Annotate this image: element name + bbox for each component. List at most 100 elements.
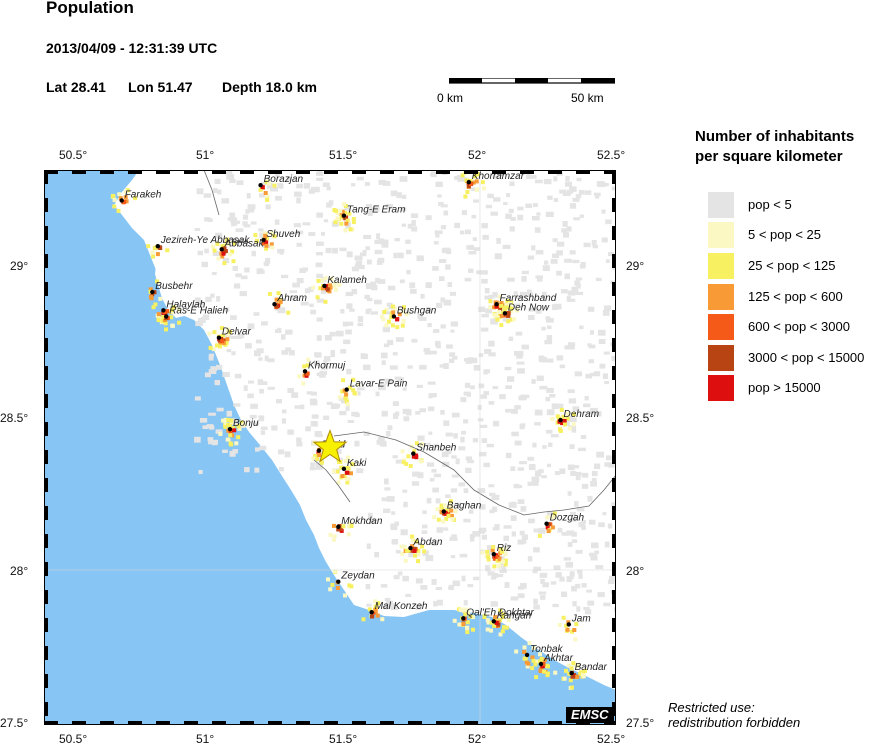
sparse-cell (428, 393, 433, 399)
sparse-cell (330, 403, 339, 410)
sparse-cell (315, 464, 323, 470)
density-cell (342, 202, 346, 207)
sparse-cell (489, 492, 496, 497)
sparse-cell (281, 274, 289, 279)
sparse-cell (598, 522, 605, 528)
sparse-cell (395, 337, 404, 342)
event-datetime: 2013/04/09 - 12:31:39 UTC (46, 40, 218, 56)
sparse-cell (365, 308, 370, 315)
sparse-cell (471, 214, 477, 219)
sparse-cell (567, 389, 575, 394)
sparse-cell (411, 481, 420, 486)
sparse-cell (251, 250, 256, 257)
density-cell (315, 457, 320, 461)
sparse-cell (506, 193, 511, 198)
density-cell (341, 378, 346, 383)
sparse-cell (503, 535, 510, 542)
lon-tick-top-2: 51° (196, 148, 215, 162)
sparse-cell (535, 275, 544, 279)
sparse-cell (374, 239, 382, 245)
sparse-cell (575, 583, 581, 589)
sparse-cell (539, 355, 545, 361)
sparse-cell (221, 198, 230, 204)
legend-item: 125 < pop < 600 (708, 284, 872, 312)
sparse-cell (590, 372, 597, 377)
sparse-cell (488, 352, 496, 357)
sparse-cell (406, 249, 412, 255)
sparse-cell (431, 468, 437, 473)
sparse-cell (271, 425, 278, 431)
sparse-cell (569, 250, 576, 255)
sparse-cell (276, 399, 282, 404)
sparse-cell (393, 252, 398, 259)
sparse-cell (520, 506, 527, 512)
sparse-cell (347, 420, 355, 424)
sparse-cell (274, 219, 280, 225)
sparse-cell (562, 221, 568, 227)
sparse-cell (507, 277, 515, 282)
sparse-cell (433, 601, 438, 607)
sparse-cell (425, 555, 434, 562)
sparse-cell (377, 279, 386, 284)
sparse-cell (264, 355, 269, 362)
lon-tick-bottom-4: 52° (468, 732, 487, 746)
density-cell (401, 460, 406, 465)
sparse-cell (465, 229, 471, 235)
sparse-cell (433, 329, 440, 333)
sparse-cell (477, 405, 482, 410)
sparse-cell (602, 309, 610, 316)
sparse-cell (575, 291, 584, 296)
density-cell (348, 227, 353, 232)
population-map[interactable]: BorazjanFarakehKhorramzarTang-E EramJezi… (44, 170, 616, 725)
sparse-cell (346, 368, 352, 375)
sparse-cell (459, 553, 468, 558)
density-cell (537, 533, 542, 538)
density-cell (500, 629, 505, 634)
sparse-cell (478, 383, 485, 389)
sparse-cell (364, 182, 370, 186)
sparse-cell (470, 357, 478, 364)
sparse-cell (579, 325, 584, 330)
density-cell (500, 559, 505, 564)
sparse-cell (365, 584, 371, 590)
city-label: Dehram (564, 409, 600, 420)
sparse-cell (467, 460, 475, 464)
sparse-cell (343, 339, 351, 345)
density-cell (297, 374, 302, 379)
sparse-cell (561, 592, 568, 598)
city-dot (538, 661, 544, 667)
sparse-cell (445, 494, 451, 498)
sparse-cell (450, 329, 455, 333)
city-dot (119, 198, 124, 203)
city-label: Akhtar (543, 653, 574, 664)
sparse-cell (239, 291, 247, 297)
lon-tick-bottom-3: 51.5° (329, 732, 358, 746)
lat-tick-left-1: 29° (10, 259, 29, 273)
map-title: Population (46, 0, 134, 17)
city-dot (569, 671, 574, 676)
sparse-cell (577, 569, 583, 574)
density-cell (225, 437, 230, 442)
sparse-cell (449, 536, 458, 541)
sparse-cell (508, 336, 514, 342)
sparse-cell (527, 255, 535, 260)
city-dot (164, 314, 169, 319)
sparse-cell (572, 601, 577, 607)
density-cell (545, 671, 550, 676)
density-cell (390, 304, 395, 309)
sparse-cell (422, 510, 427, 514)
sparse-cell (316, 212, 323, 218)
sparse-cell (555, 572, 562, 578)
density-cell (408, 464, 413, 468)
sparse-cell (443, 420, 450, 426)
sparse-cell (521, 270, 529, 275)
density-cell (212, 248, 217, 253)
density-cell (493, 312, 498, 317)
sparse-cell (356, 176, 364, 181)
sparse-cell (547, 463, 552, 468)
sparse-cell (303, 183, 311, 189)
sparse-cell (606, 455, 612, 461)
sparse-cell (386, 496, 395, 502)
legend-title-line1: Number of inhabitants (695, 128, 855, 145)
density-cell (471, 627, 475, 632)
